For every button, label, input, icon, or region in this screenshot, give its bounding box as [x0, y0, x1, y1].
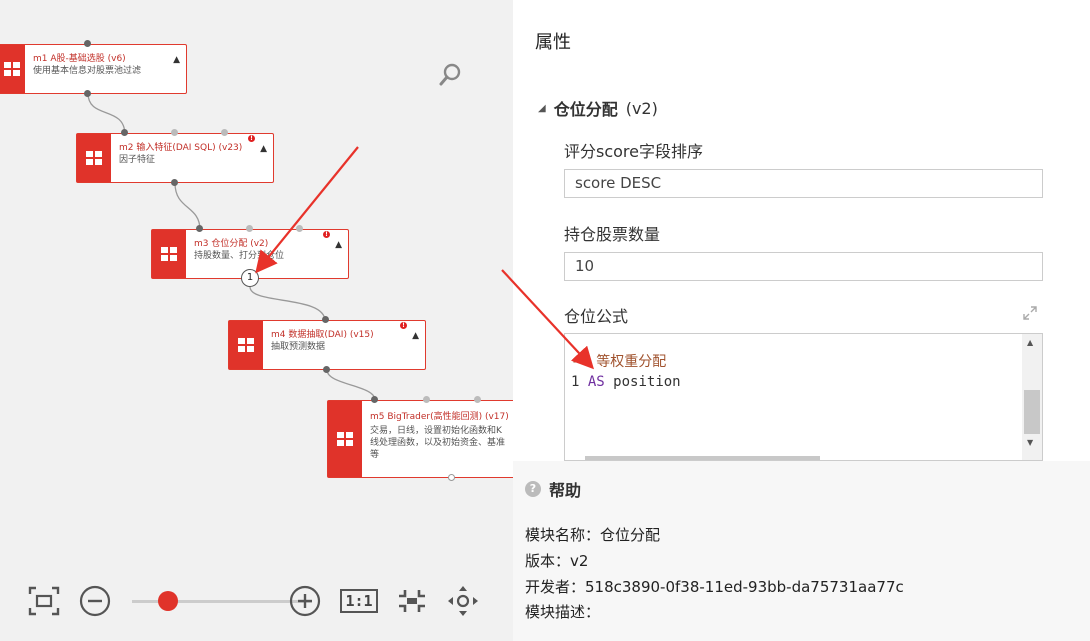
module-node-m4[interactable]: m4 数据抽取(DAI) (v15) 抽取预测数据 ! ▲	[228, 320, 426, 370]
input-port[interactable]	[84, 40, 91, 47]
output-count-badge[interactable]: 1	[241, 269, 259, 287]
formula-label: 仓位公式	[564, 307, 629, 326]
scroll-thumb[interactable]	[1024, 390, 1040, 434]
score-field-input[interactable]: score DESC	[564, 169, 1043, 198]
collapse-icon[interactable]: ▲	[412, 331, 419, 341]
scroll-up-icon[interactable]: ▲	[1027, 338, 1033, 347]
help-header: ? 帮助	[525, 477, 581, 501]
scroll-down-icon[interactable]: ▼	[1027, 438, 1033, 447]
module-node-m5[interactable]: m5 BigTrader(高性能回测) (v17) 交易，日线，设置初始化函数和…	[327, 400, 513, 478]
stock-count-input[interactable]: 10	[564, 252, 1043, 281]
input-port[interactable]	[474, 396, 481, 403]
input-port[interactable]	[221, 129, 228, 136]
input-port[interactable]	[371, 396, 378, 403]
section-version: (v2)	[625, 98, 658, 118]
node-desc: 交易，日线，设置初始化函数和K线处理函数，以及初始资金、基准等	[370, 426, 506, 460]
input-port[interactable]	[171, 129, 178, 136]
fit-view-icon[interactable]	[26, 582, 62, 620]
output-port[interactable]	[323, 366, 330, 373]
input-port[interactable]	[322, 316, 329, 323]
horizontal-scrollbar[interactable]	[585, 456, 820, 460]
zoom-in-icon[interactable]	[288, 582, 322, 620]
module-icon	[328, 401, 362, 477]
input-port[interactable]	[196, 225, 203, 232]
module-icon	[152, 230, 186, 278]
collapse-icon[interactable]: ▲	[173, 55, 180, 65]
score-field-label: 评分score字段排序	[564, 142, 703, 161]
collapse-triangle-icon[interactable]: ◢	[538, 103, 546, 114]
expand-icon[interactable]	[1022, 305, 1038, 321]
pan-move-icon[interactable]	[446, 582, 480, 620]
output-port[interactable]	[448, 474, 455, 481]
warning-icon: !	[248, 135, 255, 142]
help-title: 帮助	[549, 481, 582, 500]
input-port[interactable]	[296, 225, 303, 232]
search-icon[interactable]	[438, 62, 464, 88]
node-title: m4 数据抽取(DAI) (v15)	[271, 330, 374, 340]
node-desc: 因子特征	[119, 155, 156, 165]
properties-panel: 属性 ◢ 仓位分配 (v2) 评分score字段排序 score DESC 持仓…	[513, 0, 1090, 641]
module-icon	[229, 321, 263, 369]
module-icon	[77, 134, 111, 182]
node-title: m5 BigTrader(高性能回测) (v17)	[370, 412, 509, 422]
code-identifier: position	[613, 374, 681, 390]
warning-icon: !	[400, 322, 407, 329]
node-title: m3 仓位分配 (v2)	[194, 239, 269, 249]
section-name: 仓位分配	[553, 100, 618, 119]
input-port[interactable]	[423, 396, 430, 403]
output-port[interactable]	[84, 90, 91, 97]
stock-count-label: 持仓股票数量	[564, 225, 661, 244]
help-icon: ?	[525, 481, 541, 497]
formula-code-editor[interactable]: -- 等权重分配 1 AS position ▲ ▼	[564, 333, 1043, 461]
zoom-slider-thumb[interactable]	[158, 591, 178, 611]
zoom-out-icon[interactable]	[78, 582, 112, 620]
workflow-canvas[interactable]: m1 A股-基础选股 (v6) 使用基本信息对股票池过滤 ▲ m2 输入特征(D…	[0, 0, 513, 641]
help-version: 版本：v2	[525, 552, 589, 570]
panel-title: 属性	[535, 32, 571, 53]
help-section: ? 帮助 模块名称：仓位分配 版本：v2 开发者：518c3890-0f38-1…	[513, 461, 1090, 641]
code-comment: -- 等权重分配	[571, 354, 667, 370]
module-icon	[0, 45, 25, 93]
node-desc: 使用基本信息对股票池过滤	[33, 66, 142, 76]
canvas-toolbar: 1:1	[24, 582, 494, 622]
section-header[interactable]: ◢ 仓位分配 (v2)	[538, 96, 658, 120]
warning-icon: !	[323, 231, 330, 238]
collapse-icon[interactable]: ▲	[335, 240, 342, 250]
actual-size-label: 1:1	[340, 589, 378, 613]
collapse-icon[interactable]: ▲	[260, 144, 267, 154]
node-desc: 抽取预测数据	[271, 342, 326, 352]
node-title: m1 A股-基础选股 (v6)	[33, 54, 126, 64]
node-desc: 持股数量、打分到仓位	[194, 251, 285, 261]
code-keyword: AS	[587, 374, 605, 390]
module-node-m2[interactable]: m2 输入特征(DAI SQL) (v23) 因子特征 ! ▲	[76, 133, 274, 183]
code-number: 1	[571, 374, 580, 390]
input-port[interactable]	[121, 129, 128, 136]
actual-size-button[interactable]: 1:1	[340, 582, 378, 620]
help-module-name: 模块名称：仓位分配	[525, 526, 661, 544]
output-port[interactable]	[171, 179, 178, 186]
module-node-m1[interactable]: m1 A股-基础选股 (v6) 使用基本信息对股票池过滤 ▲	[0, 44, 187, 94]
input-port[interactable]	[246, 225, 253, 232]
help-developer: 开发者：518c3890-0f38-11ed-93bb-da75731aa77c	[525, 578, 904, 596]
vertical-scrollbar[interactable]: ▲ ▼	[1022, 334, 1042, 460]
node-title: m2 输入特征(DAI SQL) (v23)	[119, 143, 243, 153]
help-description: 模块描述：	[525, 603, 601, 621]
center-view-icon[interactable]	[394, 582, 430, 620]
